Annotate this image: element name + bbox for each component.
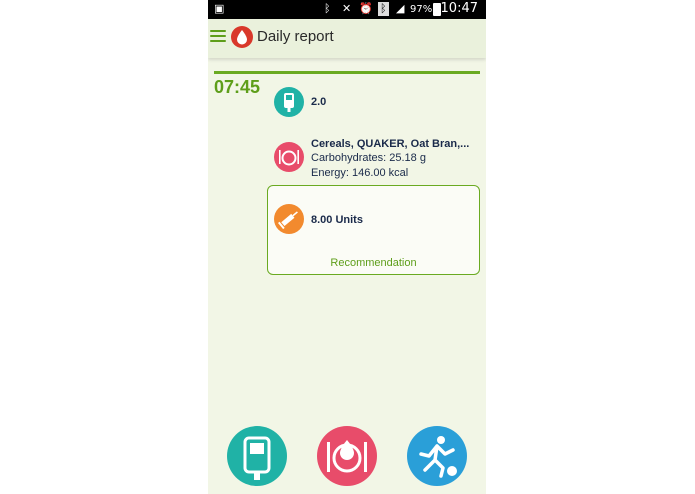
mute-icon: ✕: [342, 2, 352, 15]
meal-icon: [274, 142, 304, 172]
entry-time: 07:45: [214, 77, 261, 97]
syringe-icon: [274, 204, 304, 234]
page-title: Daily report: [257, 28, 334, 45]
alarm-icon: ⏰: [359, 2, 373, 15]
signal-icon: ◢: [396, 2, 405, 15]
insulin-value: 8.00 Units: [311, 214, 363, 226]
meal-icon: [327, 440, 367, 473]
add-glucose-button[interactable]: [227, 426, 287, 486]
running-activity-icon: [419, 436, 457, 478]
insulin-card[interactable]: 8.00 Units Recommendation: [267, 185, 480, 275]
meal-energy: Energy: 146.00 kcal: [311, 167, 409, 179]
glucose-meter-icon: [274, 87, 304, 117]
clock: 10:47: [440, 1, 478, 16]
add-meal-button[interactable]: [317, 426, 377, 486]
menu-button[interactable]: [210, 30, 226, 44]
meal-name: Cereals, QUAKER, Oat Bran,...: [311, 138, 470, 150]
battery-percent: 97%: [410, 4, 433, 15]
bluetooth-active-icon: ᛒ: [378, 2, 389, 16]
glucose-value: 2.0: [311, 96, 327, 108]
app-logo: [231, 26, 253, 48]
meal-carbs: Carbohydrates: 25.18 g: [311, 152, 426, 164]
phone-screen: ▣ ᛒ ✕ ⏰ ᛒ ◢ 97% 10:47 Daily report 07:45…: [208, 0, 486, 494]
app-bar: Daily report: [208, 19, 486, 58]
gallery-notification-icon: ▣: [214, 2, 225, 15]
glucose-meter-icon: [243, 436, 271, 480]
bluetooth-icon: ᛒ: [324, 2, 331, 15]
status-bar: ▣ ᛒ ✕ ⏰ ᛒ ◢ 97% 10:47: [208, 0, 486, 19]
recommendation-link[interactable]: Recommendation: [268, 257, 479, 269]
add-activity-button[interactable]: [407, 426, 467, 486]
blood-drop-icon: [237, 30, 247, 45]
time-divider: [214, 71, 480, 74]
